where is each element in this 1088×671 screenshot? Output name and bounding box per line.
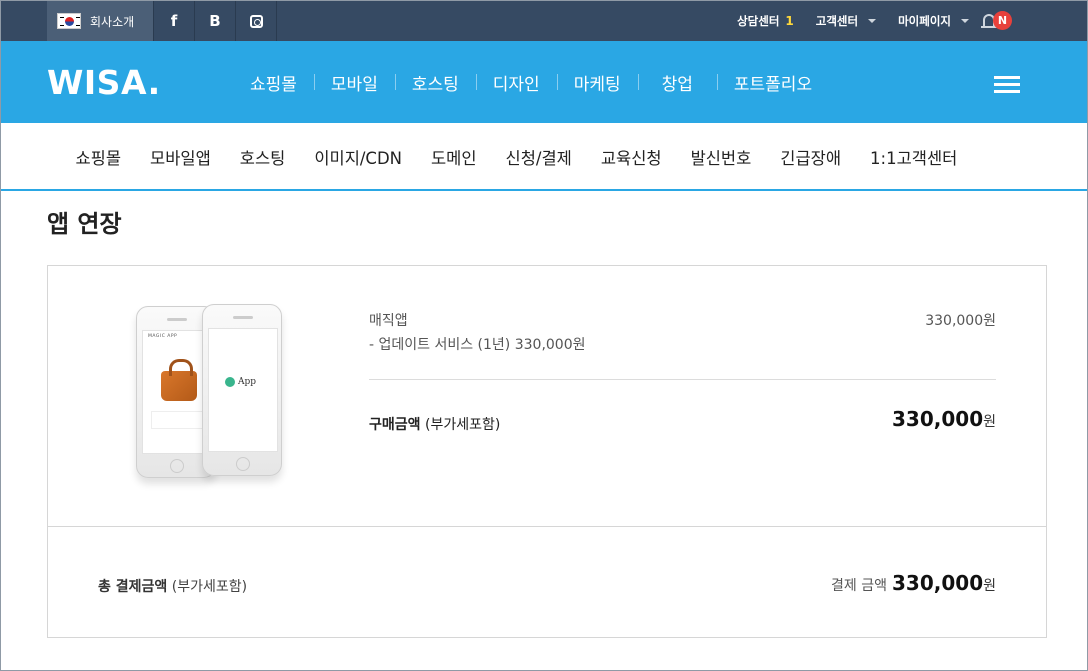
sub-menu: 쇼핑몰 모바일앱 호스팅 이미지/CDN 도메인 신청/결제 교육신청 발신번호…: [61, 123, 972, 191]
main-menu-marketing[interactable]: 마케팅: [556, 70, 638, 95]
order-summary-box: MAGIC APP App 매직앱 - 업데이트 서비스 (1년) 330,00…: [47, 265, 1047, 638]
main-menu-startup[interactable]: 창업: [637, 70, 717, 95]
notification-button[interactable]: N: [981, 1, 1021, 41]
app-preview-image: MAGIC APP App: [128, 302, 288, 487]
purchase-amount: 330,000 원: [892, 407, 996, 431]
phone-mockup-front: App: [202, 304, 282, 476]
purchase-label-bold: 구매금액: [369, 417, 421, 433]
main-menu-design[interactable]: 디자인: [475, 70, 557, 95]
order-item-row: MAGIC APP App 매직앱 - 업데이트 서비스 (1년) 330,00…: [48, 266, 1046, 527]
item-divider: [369, 379, 996, 380]
main-menu: 쇼핑몰 모바일 호스팅 디자인 마케팅 창업 포트폴리오: [233, 41, 829, 123]
purchase-label-note: (부가세포함): [424, 417, 501, 433]
wisa-logo[interactable]: WISA.: [47, 63, 161, 102]
sub-menu-hosting[interactable]: 호스팅: [225, 145, 300, 169]
purchase-amount-value: 330,000: [892, 407, 984, 431]
facebook-glyph: f: [170, 12, 178, 30]
app-logo-icon: [225, 377, 235, 387]
page-title: 앱 연장: [47, 210, 122, 238]
sub-menu-domain[interactable]: 도메인: [417, 145, 492, 169]
product-name: 매직앱: [369, 313, 408, 329]
sub-menu-apply-payment[interactable]: 신청/결제: [491, 145, 586, 169]
sub-menu-education[interactable]: 교육신청: [586, 145, 676, 169]
product-price: 330,000원: [925, 313, 996, 329]
sub-menu-sender-number[interactable]: 발신번호: [676, 145, 766, 169]
sub-menu-mobile-app[interactable]: 모바일앱: [136, 145, 226, 169]
mypage-dropdown[interactable]: 마이페이지: [898, 13, 969, 29]
sub-navigation: 쇼핑몰 모바일앱 호스팅 이미지/CDN 도메인 신청/결제 교육신청 발신번호…: [1, 123, 1087, 191]
total-amount-unit: 원: [983, 578, 996, 594]
customer-center-dropdown[interactable]: 고객센터: [815, 13, 877, 29]
sale-banner: [151, 411, 205, 429]
instagram-glyph: [249, 14, 263, 28]
chevron-down-icon: [868, 19, 877, 23]
total-amount-value: 330,000: [892, 571, 984, 595]
purchase-amount-label: 구매금액 (부가세포함): [369, 414, 500, 434]
total-amount-prefix: 결제 금액: [831, 578, 888, 594]
purchase-amount-unit: 원: [983, 414, 996, 430]
korea-flag-icon: [57, 13, 81, 29]
notification-badge: N: [993, 11, 1012, 30]
company-intro-link[interactable]: 회사소개: [47, 1, 154, 41]
instagram-icon[interactable]: [236, 1, 277, 41]
total-label-bold: 총 결제금액: [98, 579, 168, 595]
hamburger-menu-icon[interactable]: [994, 76, 1020, 93]
blog-glyph: B: [209, 12, 221, 30]
main-menu-portfolio[interactable]: 포트폴리오: [716, 70, 829, 95]
order-total-row: 총 결제금액 (부가세포함) 결제 금액 330,000 원: [48, 528, 1046, 638]
consult-center-number: 1: [785, 14, 794, 28]
chevron-down-icon: [961, 19, 969, 23]
customer-center-label: 고객센터: [815, 14, 859, 28]
consult-center-label: 상담센터: [737, 14, 780, 28]
top-utility-bar: 회사소개 f B 상담센터 1 고객센터 마이페이지 N: [1, 1, 1087, 41]
blog-icon[interactable]: B: [195, 1, 236, 41]
sub-menu-emergency[interactable]: 긴급장애: [766, 145, 856, 169]
total-label-note: (부가세포함): [171, 579, 248, 595]
consult-center[interactable]: 상담센터 1: [737, 13, 794, 29]
main-menu-shopping-mall[interactable]: 쇼핑몰: [233, 70, 314, 95]
product-description: - 업데이트 서비스 (1년) 330,000원: [369, 337, 586, 353]
app-logo: App: [225, 377, 256, 387]
main-menu-mobile[interactable]: 모바일: [313, 70, 395, 95]
sub-menu-shopping-mall[interactable]: 쇼핑몰: [61, 145, 136, 169]
handbag-icon: [161, 359, 197, 401]
main-menu-hosting[interactable]: 호스팅: [394, 70, 476, 95]
facebook-icon[interactable]: f: [154, 1, 195, 41]
main-navigation: WISA. 쇼핑몰 모바일 호스팅 디자인 마케팅 창업 포트폴리오: [1, 41, 1087, 123]
sub-menu-support[interactable]: 1:1고객센터: [856, 145, 972, 169]
total-payment-label: 총 결제금액 (부가세포함): [98, 576, 247, 596]
company-intro-label: 회사소개: [90, 14, 135, 29]
magic-app-label: MAGIC APP: [148, 334, 178, 339]
sub-menu-image-cdn[interactable]: 이미지/CDN: [300, 145, 417, 169]
total-payment-amount: 결제 금액 330,000 원: [831, 571, 996, 595]
top-right-links: 상담센터 1 고객센터 마이페이지 N: [715, 1, 1021, 41]
mypage-label: 마이페이지: [898, 14, 951, 28]
app-logo-text: App: [238, 377, 257, 387]
top-left-links: 회사소개 f B: [47, 1, 277, 41]
